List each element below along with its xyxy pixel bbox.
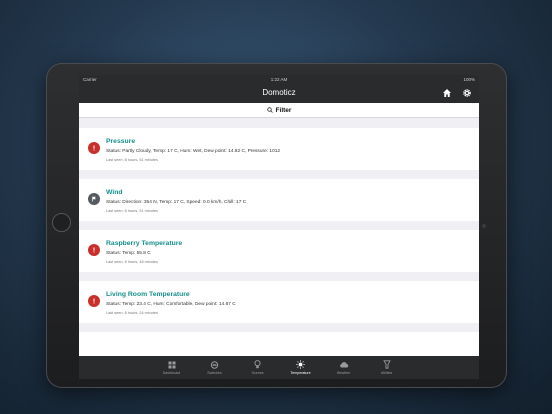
dashboard-icon — [168, 361, 175, 368]
device-status: Status: Direction: 354 N, Temp: 17 C, Sp… — [106, 200, 247, 205]
home-hardware-button — [52, 213, 71, 232]
home-icon[interactable] — [442, 88, 452, 98]
tab-label: Dashboard — [162, 371, 181, 375]
sun-icon — [296, 360, 305, 369]
tab-temperature[interactable]: Temperature — [279, 356, 322, 379]
tab-bar: Dashboard Switches Scenes Temperature We… — [79, 356, 479, 379]
lightbulb-icon — [254, 360, 261, 369]
alert-icon — [88, 244, 100, 256]
filter-bar[interactable]: Filter — [79, 103, 479, 118]
device-name: Living Room Temperature — [106, 291, 190, 298]
cloud-icon — [339, 362, 348, 368]
device-name: Pressure — [106, 138, 136, 145]
app-screen: Carrier 1:22 AM 100% Domoticz Filter Pre… — [79, 75, 479, 379]
device-card-raspberry-temperature[interactable]: Raspberry Temperature Status: Temp: 55.8… — [79, 230, 479, 272]
device-last-seen: Last seen: 8 hours, 24 minutes — [106, 311, 158, 315]
device-list: Pressure Status: Partly Cloudy, Temp: 17… — [79, 118, 479, 374]
tab-switches[interactable]: Switches — [193, 356, 236, 379]
tab-dashboard[interactable]: Dashboard — [150, 356, 193, 379]
camera-dot — [482, 224, 486, 228]
device-status: Status: Partly Cloudy, Temp: 17 C, Hum: … — [106, 149, 281, 154]
device-status: Status: Temp: 55.8 C — [106, 251, 151, 256]
utilities-icon — [382, 360, 391, 369]
tab-scenes[interactable]: Scenes — [236, 356, 279, 379]
filter-label: Filter — [275, 106, 292, 114]
clock: 1:22 AM — [270, 76, 288, 82]
device-card-wind[interactable]: Wind Status: Direction: 354 N, Temp: 17 … — [79, 179, 479, 221]
alert-icon — [88, 295, 100, 307]
tab-label: Weather — [336, 371, 351, 375]
device-card-living-room-temperature[interactable]: Living Room Temperature Status: Temp: 23… — [79, 281, 479, 323]
tab-label: Scenes — [251, 371, 264, 375]
app-title: Domoticz — [262, 88, 296, 97]
device-last-seen: Last seen: 8 hours, 51 minutes — [106, 158, 158, 162]
device-name: Raspberry Temperature — [106, 240, 183, 247]
tab-weather[interactable]: Weather — [322, 356, 365, 379]
search-icon — [266, 107, 273, 113]
gear-icon[interactable] — [462, 88, 472, 98]
device-name: Wind — [106, 189, 123, 196]
tab-label: Temperature — [290, 371, 311, 375]
switches-icon — [210, 360, 219, 369]
device-status: Status: Temp: 23.4 C, Hum: Comfortable, … — [106, 302, 236, 307]
tab-label: Switches — [207, 371, 222, 375]
tab-utilities[interactable]: Utilities — [365, 356, 408, 379]
flag-icon — [88, 193, 100, 205]
alert-icon — [88, 142, 100, 154]
tab-label: Utilities — [380, 371, 393, 375]
status-bar: Carrier 1:22 AM 100% — [79, 75, 479, 83]
device-last-seen: Last seen: 8 hours, 48 minutes — [106, 260, 158, 264]
device-card-pressure[interactable]: Pressure Status: Partly Cloudy, Temp: 17… — [79, 128, 479, 170]
nav-bar: Domoticz — [79, 83, 479, 103]
device-last-seen: Last seen: 8 hours, 51 minutes — [106, 209, 158, 213]
